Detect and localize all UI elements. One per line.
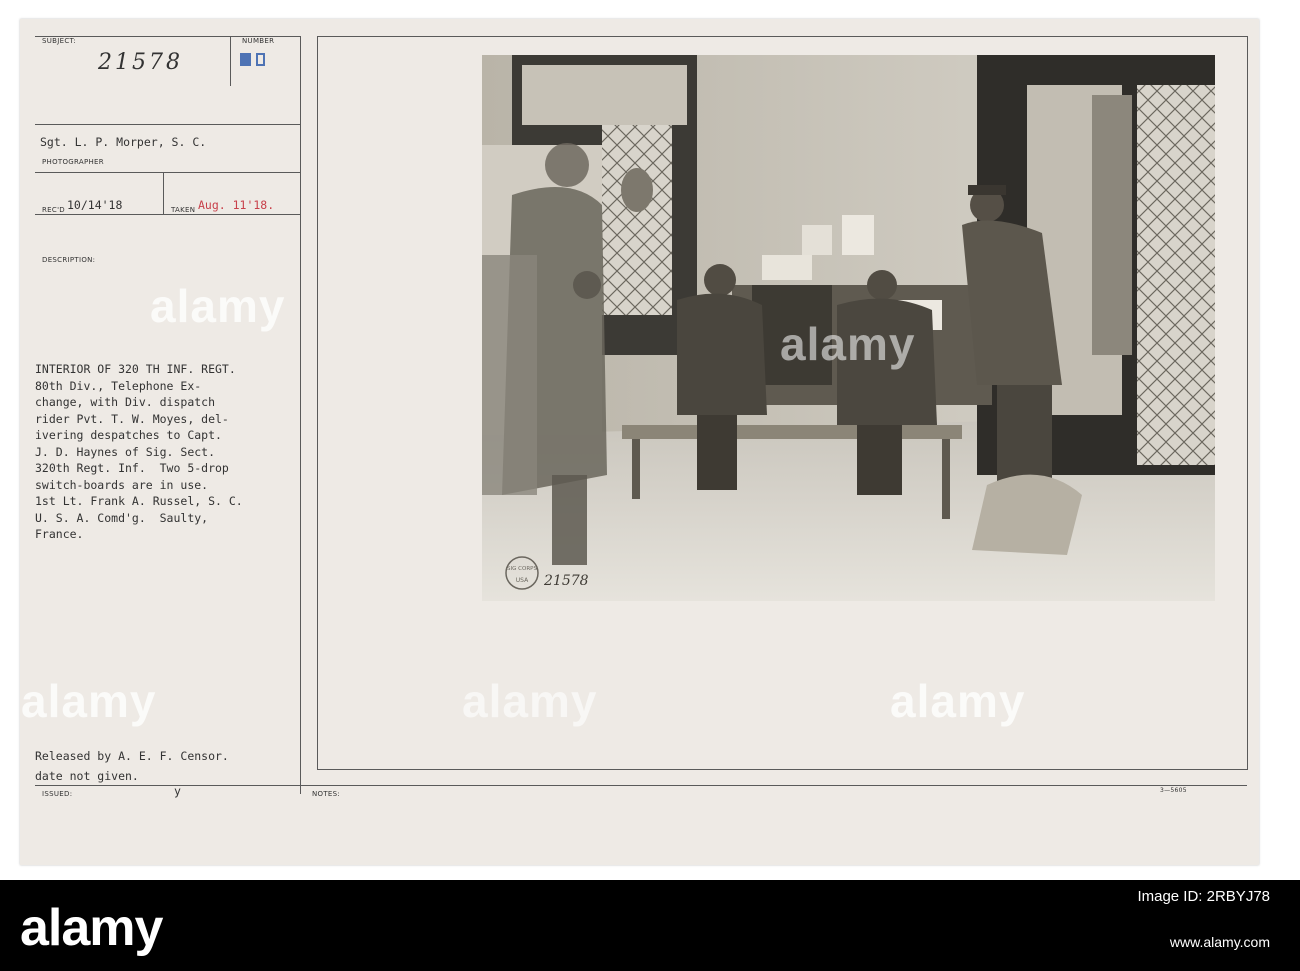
recd-label: REC'D <box>42 206 65 214</box>
form-number: 3—5605 <box>1160 787 1187 794</box>
date-note: date not given. <box>35 769 139 783</box>
issued-label: ISSUED: <box>42 790 73 798</box>
date-divider <box>163 172 164 214</box>
image-id-block: Image ID: 2RBYJ78 www.alamy.com <box>1137 880 1270 950</box>
number-stamp <box>240 51 265 70</box>
date-rule <box>35 214 301 215</box>
right-panel-bottom-border <box>317 769 1248 770</box>
description-label: DESCRIPTION: <box>42 256 96 264</box>
photo-stamp-number: 21578 <box>543 573 589 589</box>
archive-card: SUBJECT: NUMBER 21578 Sgt. L. P. Morper,… <box>20 19 1259 865</box>
watermark: alamy <box>21 675 157 727</box>
description-text: INTERIOR OF 320 TH INF. REGT. 80th Div.,… <box>35 362 243 541</box>
footer-rule <box>35 785 1247 786</box>
alamy-logo[interactable]: alamy <box>20 898 163 958</box>
number-divider <box>230 36 231 86</box>
watermark: alamy <box>150 280 286 332</box>
recd-value: 10/14'18 <box>67 198 123 212</box>
image-id: Image ID: 2RBYJ78 <box>1137 888 1270 905</box>
number-label: NUMBER <box>242 37 275 45</box>
taken-value: Aug. 11'18. <box>198 198 275 212</box>
stock-footer-bar: alamy Image ID: 2RBYJ78 www.alamy.com <box>0 880 1300 971</box>
notes-label: NOTES: <box>312 790 341 798</box>
watermark: alamy <box>890 675 1026 727</box>
photographer-label: PHOTOGRAPHER <box>42 158 104 166</box>
watermark: alamy <box>462 675 598 727</box>
issued-mark: y <box>174 784 181 798</box>
left-panel-right-border <box>300 36 301 794</box>
photographer-rule <box>35 172 301 173</box>
svg-text:USA: USA <box>516 577 529 584</box>
taken-label: TAKEN <box>171 206 196 214</box>
right-panel-right-border <box>1247 36 1248 770</box>
site-url[interactable]: www.alamy.com <box>1137 934 1270 950</box>
right-panel-left-border <box>317 36 318 770</box>
right-panel-top-border <box>317 36 1247 37</box>
photographer-name: Sgt. L. P. Morper, S. C. <box>40 135 207 149</box>
watermark: alamy <box>780 318 916 370</box>
svg-text:SIG CORPS: SIG CORPS <box>507 566 537 572</box>
number-value: 21578 <box>98 50 183 75</box>
number-bottom-rule <box>35 124 301 125</box>
subject-label: SUBJECT: <box>42 37 77 45</box>
release-note: Released by A. E. F. Censor. <box>35 749 229 763</box>
